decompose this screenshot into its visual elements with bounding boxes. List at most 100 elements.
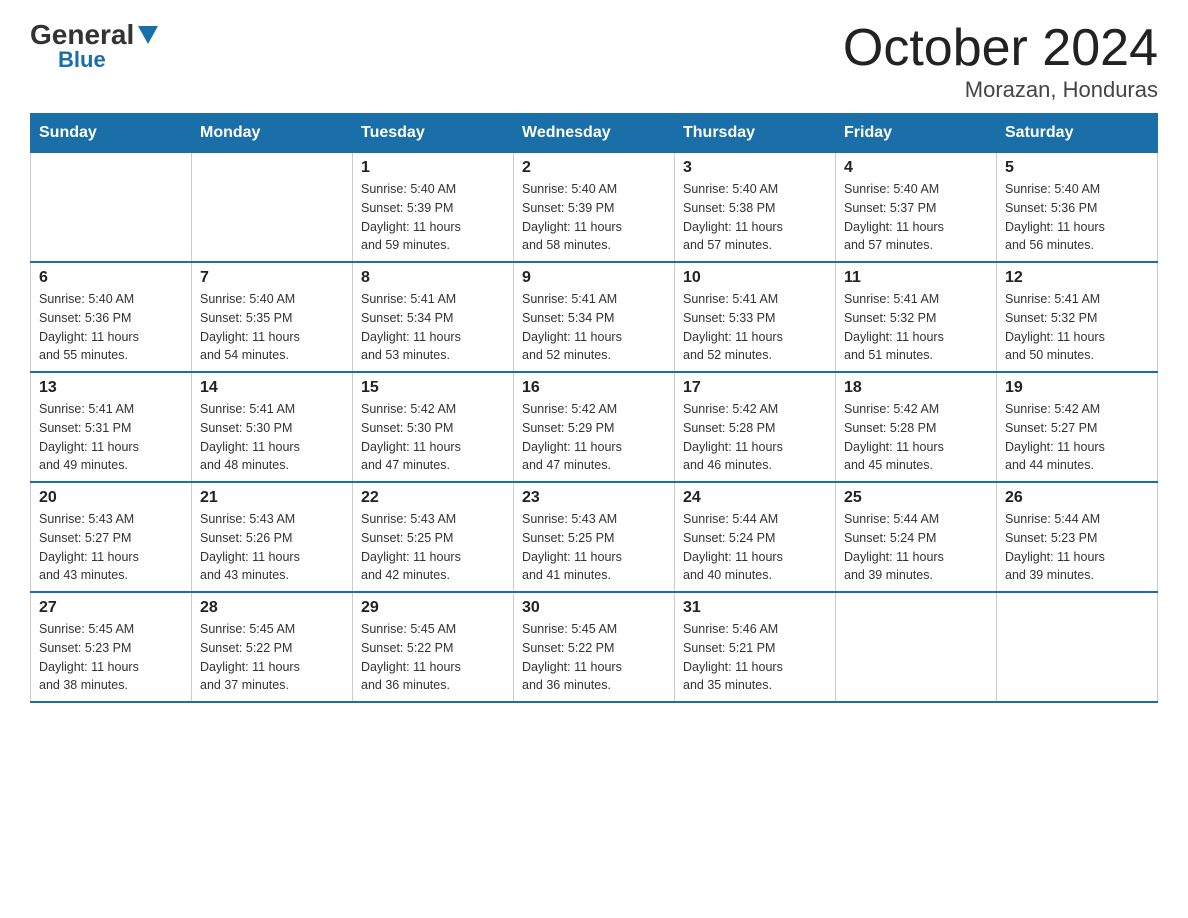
header-monday: Monday	[192, 114, 353, 153]
day-info: Sunrise: 5:42 AMSunset: 5:29 PMDaylight:…	[522, 400, 666, 475]
logo-arrow-icon	[138, 26, 158, 49]
calendar-cell: 18 Sunrise: 5:42 AMSunset: 5:28 PMDayligh…	[836, 372, 997, 482]
calendar-cell: 5 Sunrise: 5:40 AMSunset: 5:36 PMDaylight…	[997, 153, 1158, 263]
calendar-cell: 29Sunrise: 5:45 AMSunset: 5:22 PMDayligh…	[353, 592, 514, 702]
calendar-week-row: 20 Sunrise: 5:43 AMSunset: 5:27 PMDayligh…	[31, 482, 1158, 592]
calendar-cell: 7Sunrise: 5:40 AMSunset: 5:35 PMDaylight…	[192, 262, 353, 372]
day-info: Sunrise: 5:44 AMSunset: 5:24 PMDaylight:…	[683, 510, 827, 585]
day-number: 3	[683, 159, 827, 177]
calendar-week-row: 6Sunrise: 5:40 AMSunset: 5:36 PMDaylight…	[31, 262, 1158, 372]
day-info: Sunrise: 5:45 AMSunset: 5:22 PMDaylight:…	[522, 620, 666, 695]
calendar-cell	[31, 153, 192, 263]
day-info: Sunrise: 5:43 AMSunset: 5:25 PMDaylight:…	[522, 510, 666, 585]
day-info: Sunrise: 5:42 AMSunset: 5:27 PMDaylight:…	[1005, 400, 1149, 475]
day-info: Sunrise: 5:41 AMSunset: 5:34 PMDaylight:…	[522, 290, 666, 365]
day-number: 12	[1005, 269, 1149, 287]
day-number: 24	[683, 489, 827, 507]
calendar-cell: 12 Sunrise: 5:41 AMSunset: 5:32 PMDayligh…	[997, 262, 1158, 372]
calendar-cell: 31 Sunrise: 5:46 AMSunset: 5:21 PMDayligh…	[675, 592, 836, 702]
day-number: 10	[683, 269, 827, 287]
calendar-table: SundayMondayTuesdayWednesdayThursdayFrid…	[30, 113, 1158, 703]
calendar-cell: 9 Sunrise: 5:41 AMSunset: 5:34 PMDaylight…	[514, 262, 675, 372]
header-saturday: Saturday	[997, 114, 1158, 153]
logo-blue: Blue	[58, 49, 106, 71]
day-info: Sunrise: 5:41 AMSunset: 5:30 PMDaylight:…	[200, 400, 344, 475]
day-number: 14	[200, 379, 344, 397]
day-number: 27	[39, 599, 183, 617]
day-info: Sunrise: 5:44 AMSunset: 5:23 PMDaylight:…	[1005, 510, 1149, 585]
calendar-week-row: 13 Sunrise: 5:41 AMSunset: 5:31 PMDayligh…	[31, 372, 1158, 482]
day-info: Sunrise: 5:40 AMSunset: 5:38 PMDaylight:…	[683, 180, 827, 255]
day-number: 30	[522, 599, 666, 617]
calendar-cell: 4 Sunrise: 5:40 AMSunset: 5:37 PMDaylight…	[836, 153, 997, 263]
title-area: October 2024 Morazan, Honduras	[843, 20, 1158, 103]
calendar-cell: 21 Sunrise: 5:43 AMSunset: 5:26 PMDayligh…	[192, 482, 353, 592]
calendar-cell: 13 Sunrise: 5:41 AMSunset: 5:31 PMDayligh…	[31, 372, 192, 482]
day-info: Sunrise: 5:40 AMSunset: 5:36 PMDaylight:…	[1005, 180, 1149, 255]
day-number: 1	[361, 159, 505, 177]
day-number: 16	[522, 379, 666, 397]
day-info: Sunrise: 5:44 AMSunset: 5:24 PMDaylight:…	[844, 510, 988, 585]
day-number: 20	[39, 489, 183, 507]
day-number: 26	[1005, 489, 1149, 507]
calendar-cell: 11 Sunrise: 5:41 AMSunset: 5:32 PMDayligh…	[836, 262, 997, 372]
day-info: Sunrise: 5:41 AMSunset: 5:32 PMDaylight:…	[844, 290, 988, 365]
day-info: Sunrise: 5:40 AMSunset: 5:37 PMDaylight:…	[844, 180, 988, 255]
day-info: Sunrise: 5:42 AMSunset: 5:28 PMDaylight:…	[683, 400, 827, 475]
day-info: Sunrise: 5:41 AMSunset: 5:31 PMDaylight:…	[39, 400, 183, 475]
header-friday: Friday	[836, 114, 997, 153]
calendar-cell: 3 Sunrise: 5:40 AMSunset: 5:38 PMDaylight…	[675, 153, 836, 263]
calendar-cell: 15Sunrise: 5:42 AMSunset: 5:30 PMDayligh…	[353, 372, 514, 482]
calendar-cell: 14 Sunrise: 5:41 AMSunset: 5:30 PMDayligh…	[192, 372, 353, 482]
calendar-cell: 8 Sunrise: 5:41 AMSunset: 5:34 PMDaylight…	[353, 262, 514, 372]
day-number: 13	[39, 379, 183, 397]
day-info: Sunrise: 5:42 AMSunset: 5:28 PMDaylight:…	[844, 400, 988, 475]
day-number: 28	[200, 599, 344, 617]
logo-general: General	[30, 21, 134, 49]
calendar-cell: 17Sunrise: 5:42 AMSunset: 5:28 PMDayligh…	[675, 372, 836, 482]
calendar-cell: 24 Sunrise: 5:44 AMSunset: 5:24 PMDayligh…	[675, 482, 836, 592]
day-number: 31	[683, 599, 827, 617]
day-number: 18	[844, 379, 988, 397]
calendar-cell: 10 Sunrise: 5:41 AMSunset: 5:33 PMDayligh…	[675, 262, 836, 372]
calendar-week-row: 1 Sunrise: 5:40 AMSunset: 5:39 PMDaylight…	[31, 153, 1158, 263]
calendar-cell	[836, 592, 997, 702]
header-wednesday: Wednesday	[514, 114, 675, 153]
day-info: Sunrise: 5:40 AMSunset: 5:36 PMDaylight:…	[39, 290, 183, 365]
day-info: Sunrise: 5:41 AMSunset: 5:32 PMDaylight:…	[1005, 290, 1149, 365]
calendar-cell: 20 Sunrise: 5:43 AMSunset: 5:27 PMDayligh…	[31, 482, 192, 592]
calendar-cell: 16 Sunrise: 5:42 AMSunset: 5:29 PMDayligh…	[514, 372, 675, 482]
day-number: 2	[522, 159, 666, 177]
day-info: Sunrise: 5:41 AMSunset: 5:33 PMDaylight:…	[683, 290, 827, 365]
day-info: Sunrise: 5:46 AMSunset: 5:21 PMDaylight:…	[683, 620, 827, 695]
day-info: Sunrise: 5:45 AMSunset: 5:22 PMDaylight:…	[361, 620, 505, 695]
day-number: 21	[200, 489, 344, 507]
calendar-cell: 1 Sunrise: 5:40 AMSunset: 5:39 PMDaylight…	[353, 153, 514, 263]
location: Morazan, Honduras	[843, 77, 1158, 103]
calendar-week-row: 27 Sunrise: 5:45 AMSunset: 5:23 PMDayligh…	[31, 592, 1158, 702]
calendar-cell: 30 Sunrise: 5:45 AMSunset: 5:22 PMDayligh…	[514, 592, 675, 702]
header-sunday: Sunday	[31, 114, 192, 153]
day-info: Sunrise: 5:41 AMSunset: 5:34 PMDaylight:…	[361, 290, 505, 365]
calendar-cell	[192, 153, 353, 263]
day-info: Sunrise: 5:40 AMSunset: 5:35 PMDaylight:…	[200, 290, 344, 365]
page-header: General Blue October 2024 Morazan, Hondu…	[30, 20, 1158, 103]
day-info: Sunrise: 5:45 AMSunset: 5:23 PMDaylight:…	[39, 620, 183, 695]
day-info: Sunrise: 5:40 AMSunset: 5:39 PMDaylight:…	[361, 180, 505, 255]
calendar-cell: 19 Sunrise: 5:42 AMSunset: 5:27 PMDayligh…	[997, 372, 1158, 482]
day-number: 15	[361, 379, 505, 397]
day-info: Sunrise: 5:43 AMSunset: 5:27 PMDaylight:…	[39, 510, 183, 585]
day-number: 19	[1005, 379, 1149, 397]
calendar-header-row: SundayMondayTuesdayWednesdayThursdayFrid…	[31, 114, 1158, 153]
day-info: Sunrise: 5:43 AMSunset: 5:26 PMDaylight:…	[200, 510, 344, 585]
day-number: 23	[522, 489, 666, 507]
day-number: 9	[522, 269, 666, 287]
day-info: Sunrise: 5:45 AMSunset: 5:22 PMDaylight:…	[200, 620, 344, 695]
calendar-cell	[997, 592, 1158, 702]
day-number: 5	[1005, 159, 1149, 177]
calendar-cell: 27 Sunrise: 5:45 AMSunset: 5:23 PMDayligh…	[31, 592, 192, 702]
day-number: 11	[844, 269, 988, 287]
day-number: 8	[361, 269, 505, 287]
calendar-cell: 28 Sunrise: 5:45 AMSunset: 5:22 PMDayligh…	[192, 592, 353, 702]
day-number: 4	[844, 159, 988, 177]
